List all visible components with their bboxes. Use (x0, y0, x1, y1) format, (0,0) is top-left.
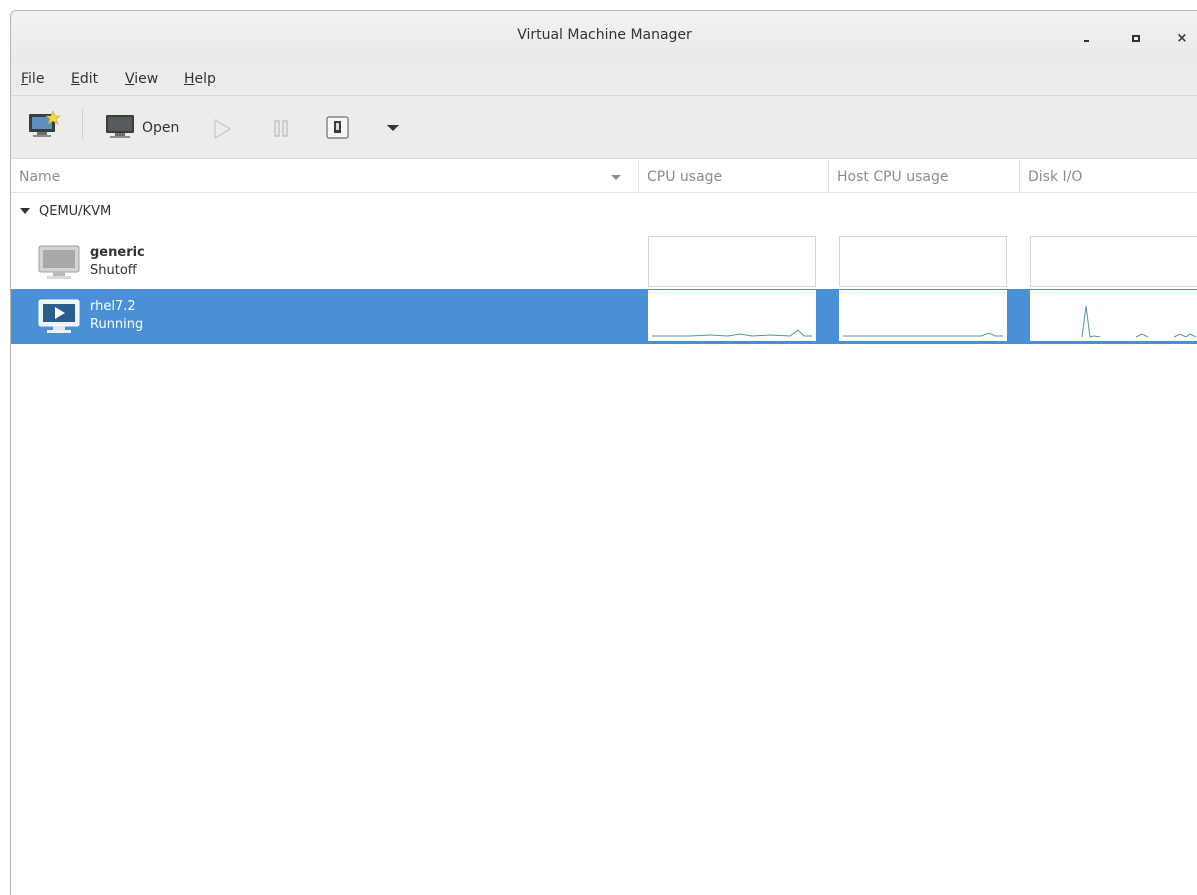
host-cpu-usage-graph (839, 290, 1007, 341)
sort-arrow-icon[interactable] (611, 175, 621, 180)
column-host-cpu-usage[interactable]: Host CPU usage (837, 169, 949, 185)
vm-status: Running (90, 317, 144, 332)
vm-row[interactable]: generic Shutoff (11, 235, 1197, 289)
cpu-usage-sparkline (652, 329, 812, 337)
disk-io-graph (1030, 290, 1197, 341)
toolbar-separator (82, 109, 83, 139)
column-separator[interactable] (1019, 159, 1020, 192)
app-window: Virtual Machine Manager × File Edit View… (10, 10, 1197, 895)
vm-name: generic (90, 245, 145, 260)
cpu-usage-graph (648, 290, 816, 341)
shutdown-button[interactable] (325, 115, 351, 141)
column-name[interactable]: Name (19, 169, 60, 185)
expander-arrow-icon[interactable] (20, 208, 30, 214)
vm-status: Shutoff (90, 263, 137, 278)
disk-io-graph (1030, 236, 1197, 287)
menu-edit-accel: E (71, 71, 80, 87)
monitor-icon (38, 245, 82, 287)
host-cpu-usage-graph (839, 236, 1007, 287)
menu-help-rest: elp (194, 71, 216, 87)
running-monitor-icon (38, 299, 82, 341)
menu-help-accel: H (184, 71, 195, 87)
shutdown-menu-button[interactable] (383, 120, 403, 136)
minimize-button[interactable] (1077, 29, 1097, 49)
menu-file-accel: F (21, 71, 29, 87)
menu-file-rest: ile (28, 71, 45, 87)
column-separator[interactable] (638, 159, 639, 192)
pause-button[interactable] (270, 118, 292, 140)
run-button[interactable] (211, 118, 233, 140)
title-bar[interactable]: Virtual Machine Manager × (11, 11, 1197, 65)
vm-list-header: Name CPU usage Host CPU usage Disk I/O (11, 159, 1197, 193)
play-icon (214, 118, 232, 140)
window-title: Virtual Machine Manager (517, 27, 692, 43)
vm-name: rhel7.2 (90, 299, 136, 314)
menu-view[interactable]: View (125, 71, 158, 87)
open-button-label: Open (142, 120, 180, 136)
menu-edit[interactable]: Edit (71, 71, 98, 87)
vm-row-selected[interactable]: rhel7.2 Running (11, 289, 1197, 344)
menu-edit-rest: dit (79, 71, 99, 87)
menu-file[interactable]: File (21, 71, 44, 87)
column-cpu-usage[interactable]: CPU usage (647, 169, 722, 185)
toolbar: Open (11, 96, 1197, 159)
shutdown-icon (326, 116, 349, 139)
host-cpu-usage-sparkline (843, 332, 1003, 337)
new-vm-button[interactable] (25, 110, 61, 141)
cpu-usage-graph (648, 236, 816, 287)
menu-help[interactable]: Help (184, 71, 216, 87)
column-separator[interactable] (828, 159, 829, 192)
menu-view-rest: iew (134, 71, 159, 87)
maximize-button[interactable] (1126, 29, 1146, 49)
close-button[interactable]: × (1172, 29, 1192, 49)
dropdown-arrow-icon (387, 125, 399, 131)
disk-io-sparkline (1081, 305, 1196, 338)
menu-view-accel: V (125, 71, 135, 87)
menu-bar: File Edit View Help (11, 65, 1197, 96)
new-vm-icon (29, 110, 61, 137)
connection-label: QEMU/KVM (39, 204, 112, 219)
pause-icon (274, 120, 288, 137)
connection-row[interactable]: QEMU/KVM (11, 200, 1197, 224)
monitor-icon (106, 115, 134, 138)
column-disk-io[interactable]: Disk I/O (1028, 169, 1082, 185)
open-button[interactable]: Open (104, 112, 194, 142)
